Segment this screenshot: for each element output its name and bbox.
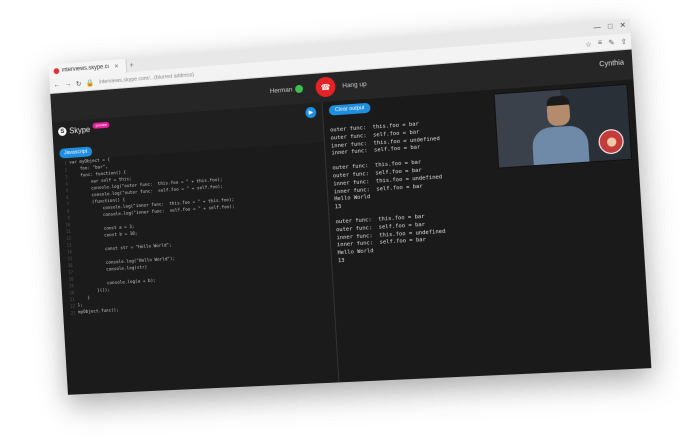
self-view-face	[606, 136, 617, 147]
line-number: 11	[65, 228, 71, 235]
back-icon[interactable]: ←	[53, 82, 60, 89]
browser-tools: ☆ ≡ ✎ ⇪	[585, 37, 627, 48]
line-number: 4	[65, 181, 68, 187]
line-number: 7	[66, 201, 70, 207]
web-note-icon[interactable]: ✎	[608, 38, 615, 47]
video-person-body	[531, 124, 590, 169]
line-number: 21	[69, 296, 75, 303]
caller-info: Herman	[269, 84, 304, 95]
phone-hangup-icon: ☎	[320, 82, 331, 92]
line-number: 8	[66, 208, 70, 214]
line-number: 13	[66, 242, 72, 248]
line-number: 14	[67, 249, 72, 255]
brand: S Skype preview	[57, 121, 110, 137]
preview-badge: preview	[92, 121, 110, 129]
run-button[interactable]: ▶	[305, 106, 317, 119]
code-panel: S Skype preview ▶ Javascript 1 var myObje…	[51, 102, 340, 395]
code-text: myObject.func();	[78, 308, 120, 316]
share-icon[interactable]: ⇪	[620, 37, 628, 46]
new-tab-button[interactable]: +	[127, 61, 137, 69]
line-number: 16	[67, 262, 73, 269]
line-number: 18	[68, 276, 74, 282]
line-number: 19	[69, 283, 74, 289]
hang-up-button[interactable]: ☎	[315, 76, 336, 98]
line-number: 1	[64, 160, 67, 166]
caller-name: Herman	[269, 85, 293, 95]
line-number: 12	[66, 235, 72, 241]
line-number: 20	[69, 290, 75, 296]
tab-close-icon[interactable]: ×	[111, 63, 121, 71]
line-number: 2	[64, 167, 68, 173]
main-content: S Skype preview ▶ Javascript 1 var myObje…	[51, 79, 652, 395]
self-view-avatar[interactable]	[597, 128, 625, 155]
brand-name: Skype	[69, 125, 91, 136]
user-name: Cynthia	[599, 59, 625, 69]
code-editor[interactable]: 1 var myObject = {2 foo: "bar", 3 func: fu…	[54, 142, 339, 395]
tab-title: interviews.skype.co	[61, 64, 110, 74]
line-number: 9	[67, 215, 70, 221]
caller-online-status-icon	[295, 84, 304, 94]
clear-output-button[interactable]: Clear output	[328, 102, 371, 116]
console-output: outer func: this.foo = bar outer func: se…	[330, 120, 447, 266]
line-number: 6	[66, 194, 69, 200]
output-panel: Clear output outer func: this.foo = bar o…	[322, 79, 652, 383]
code-text: }	[77, 296, 91, 302]
hub-icon[interactable]: ≡	[598, 39, 603, 48]
browser-window: interviews.skype.co × + — □ ✕ ← → ↻ 🔒 in…	[48, 18, 652, 395]
favorite-star-icon[interactable]: ☆	[585, 40, 592, 49]
line-number: 17	[68, 269, 74, 275]
remote-video	[493, 83, 633, 169]
code-text: };	[77, 303, 83, 309]
maximize-icon[interactable]: □	[608, 20, 613, 35]
minimize-icon[interactable]: —	[593, 21, 601, 36]
line-number: 5	[65, 188, 69, 194]
hang-up-label: Hang up	[342, 80, 367, 90]
line-number: 10	[65, 222, 71, 228]
line-number: 15	[67, 256, 73, 262]
stage: interviews.skype.co × + — □ ✕ ← → ↻ 🔒 in…	[0, 0, 679, 439]
language-select-button[interactable]: Javascript	[59, 146, 93, 159]
line-number: 23	[70, 310, 76, 316]
play-icon: ▶	[308, 109, 314, 117]
line-number: 22	[70, 303, 76, 309]
forward-icon[interactable]: →	[65, 81, 72, 88]
skype-logo-icon: S	[57, 126, 67, 137]
video-person-hair	[546, 95, 570, 107]
skype-favicon-icon	[53, 67, 60, 75]
lock-icon: 🔒	[85, 79, 95, 87]
refresh-icon[interactable]: ↻	[76, 79, 82, 87]
close-window-icon[interactable]: ✕	[619, 19, 627, 34]
line-number: 3	[64, 174, 68, 180]
